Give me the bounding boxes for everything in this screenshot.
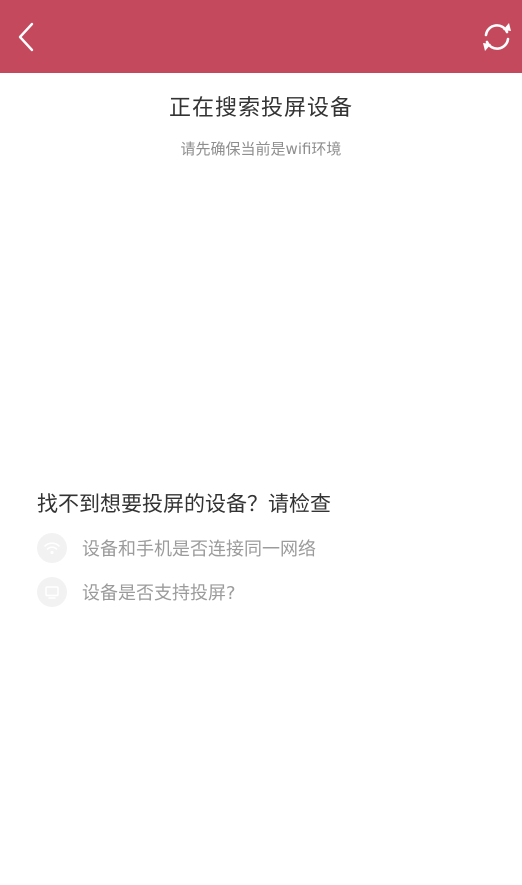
page-title: 正在搜索投屏设备 xyxy=(168,96,353,121)
refresh-icon xyxy=(483,22,511,51)
cast-search-screen: 正在搜索投屏设备 请先确保当前是wifi环境 找不到想要投屏的设备？请检查 设备… xyxy=(0,0,522,885)
back-button[interactable] xyxy=(0,0,60,73)
help-title: 找不到想要投屏的设备？请检查 xyxy=(37,492,331,516)
top-bar xyxy=(0,0,522,73)
help-item-support: 设备是否支持投屏? xyxy=(37,577,497,607)
refresh-button[interactable] xyxy=(462,0,522,73)
tv-icon xyxy=(37,577,67,607)
help-item-label: 设备和手机是否连接同一网络 xyxy=(82,539,316,560)
help-item-network: 设备和手机是否连接同一网络 xyxy=(37,533,497,563)
wifi-icon xyxy=(37,533,67,563)
help-section: 找不到想要投屏的设备？请检查 设备和手机是否连接同一网络 设备是否支持投屏? xyxy=(37,489,497,621)
chevron-left-icon xyxy=(18,22,34,51)
page-subtitle: 请先确保当前是wifi环境 xyxy=(180,140,342,158)
help-item-label: 设备是否支持投屏? xyxy=(82,583,236,604)
